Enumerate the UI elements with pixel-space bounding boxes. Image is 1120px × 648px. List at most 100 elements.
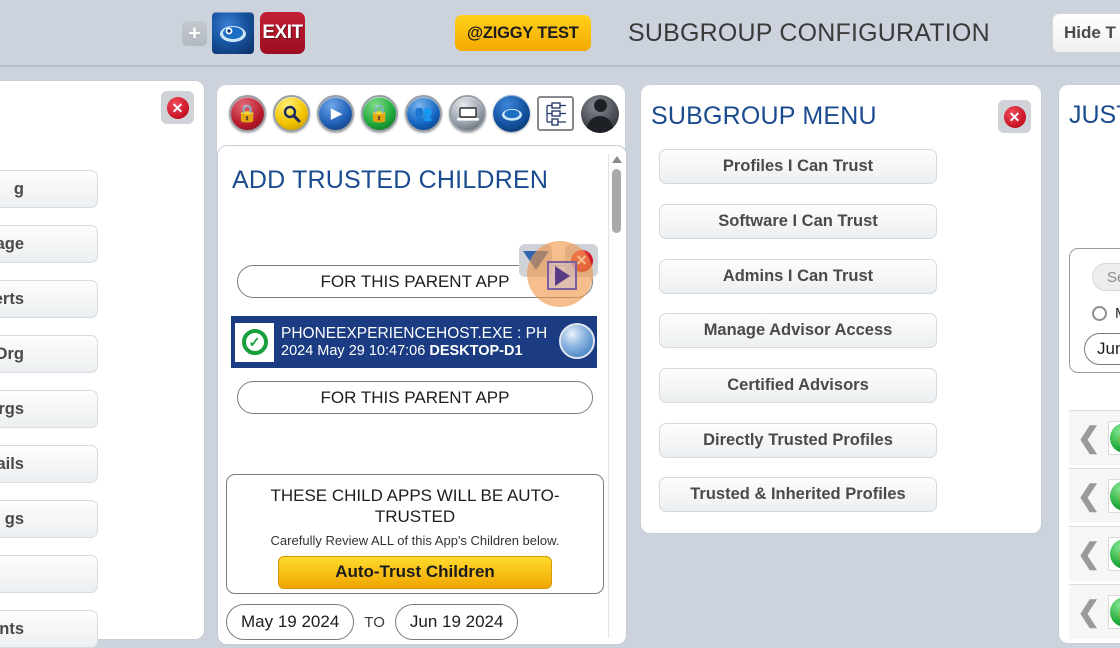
close-icon: ✕ [1004,106,1026,128]
selected-row-text: PHONEEXPERIENCEHOST.EXE : PH 2024 May 29… [281,325,547,359]
my-radio-label: My [1115,305,1120,322]
add-left-button[interactable]: + [182,21,207,46]
sidebar-item-1[interactable]: g [0,170,98,208]
lock-ball: 🔒 [1110,597,1120,627]
auto-trust-title: THESE CHILD APPS WILL BE AUTO-TRUSTED [265,485,565,528]
close-icon: ✕ [167,97,189,119]
sidebar-item-8[interactable] [0,555,98,593]
cloud-eye-glyph [218,21,248,45]
selected-row-line1: PHONEEXPERIENCEHOST.EXE : PH [281,325,547,342]
sidebar-item-4[interactable]: My Org [0,335,98,373]
my-radio-option[interactable]: My [1092,305,1120,322]
lock-glyph: 🔒 [1116,488,1120,504]
date-to-label: TO [364,614,385,631]
green-lock-icon: 🔒 [1108,421,1120,455]
play-glyph: ▶ [331,106,343,121]
auto-trust-children-button[interactable]: Auto-Trust Children [278,556,552,589]
list-item[interactable]: ❮ 🔒 [1069,410,1120,465]
chevron-left-icon[interactable]: ❮ [1077,424,1100,452]
selected-app-row[interactable]: ✓ PHONEEXPERIENCEHOST.EXE : PH 2024 May … [231,316,597,368]
sidebar-item-profiles-i-can-trust[interactable]: Profiles I Can Trust [659,149,937,184]
header-segment-middle: EXIT @ZIGGY TEST [209,1,628,67]
sidebar-item-2[interactable]: age [0,225,98,263]
center-panel-scrollbar[interactable] [608,154,623,638]
users-glyph: 👥 [414,106,433,121]
right-panel: JUST Sear My Jun 1 ❮ 🔒 ❮ 🔒 ❮ 🔒 ❮ 🔒 [1058,84,1120,644]
sidebar-item-admins-i-can-trust[interactable]: Admins I Can Trust [659,259,937,294]
lock-ball: 🔒 [1110,481,1120,511]
right-panel-filter-card: Sear My Jun 1 [1069,248,1120,373]
lock-glyph: 🔒 [1116,546,1120,562]
chevron-left-icon[interactable]: ❮ [1077,482,1100,510]
search-input[interactable]: Sear [1092,263,1120,291]
magnifier-icon[interactable] [273,95,310,132]
red-lock-icon[interactable]: 🔒 [229,95,266,132]
sidebar-item-directly-trusted-profiles[interactable]: Directly Trusted Profiles [659,423,937,458]
sidebar-item-manage-advisor-access[interactable]: Manage Advisor Access [659,313,937,348]
add-trusted-children-card: ADD TRUSTED CHILDREN FOR THIS PARENT APP… [217,145,627,645]
cloud-icon[interactable] [493,95,530,132]
lock-glyph: 🔒 [369,105,390,122]
green-certificate-icon: ✓ [235,323,274,362]
ziggy-cloud-icon[interactable] [212,12,254,54]
icon-toolbar: 🔒 ▶ 🔒 👥 [217,85,627,142]
sidebar-item-certified-advisors[interactable]: Certified Advisors [659,368,937,403]
subgroup-menu-title: SUBGROUP MENU [651,102,877,131]
scroll-up-arrow-icon[interactable] [612,156,622,163]
green-lock-icon[interactable]: 🔒 [361,95,398,132]
green-lock-icon: 🔒 [1108,595,1120,629]
center-panel: 🔒 ▶ 🔒 👥 [216,84,626,644]
lock-glyph: 🔒 [1116,604,1120,620]
add-trusted-children-title: ADD TRUSTED CHILDREN [232,166,548,195]
users-icon[interactable]: 👥 [405,95,442,132]
sidebar-item-trusted-inherited-profiles[interactable]: Trusted & Inherited Profiles [659,477,937,512]
date-range-row: May 19 2024 TO Jun 19 2024 [226,602,604,642]
chevron-left-icon[interactable]: ❮ [1077,540,1100,568]
globe-icon [559,323,595,359]
selected-row-host: DESKTOP-D1 [429,343,522,359]
exit-button[interactable]: EXIT [260,12,305,54]
list-item[interactable]: ❮ 🔒 [1069,584,1120,639]
auto-trust-subtitle: Carefully Review ALL of this App's Child… [271,533,560,548]
header-segment-far-right: Hide T [1046,1,1120,67]
laptop-glyph [457,106,479,122]
laptop-icon[interactable] [449,95,486,132]
sidebar-item-7[interactable]: gs [0,500,98,538]
flowchart-glyph [543,102,569,126]
cloud-glyph [499,104,525,124]
hide-button[interactable]: Hide T [1052,13,1120,53]
left-sidebar-panel: ✕ g age lerts My Org lient Orgs r Emails… [0,80,205,640]
date-until-input[interactable]: Jun 19 2024 [395,604,519,640]
sidebar-item-9[interactable]: counts [0,610,98,648]
flowchart-icon[interactable] [537,96,574,131]
right-panel-title: JUST [1069,101,1120,130]
lock-glyph: 🔒 [1116,430,1120,446]
parent-app-field-bottom[interactable]: FOR THIS PARENT APP [237,381,593,414]
magnifier-glyph [282,104,302,124]
green-lock-icon: 🔒 [1108,479,1120,513]
right-panel-date-input[interactable]: Jun 1 [1084,333,1120,365]
header-segment-right: SUBGROUP CONFIGURATION + [628,1,1046,67]
date-from-input[interactable]: May 19 2024 [226,604,354,640]
play-icon[interactable]: ▶ [317,95,354,132]
lock-ball: 🔒 [1110,539,1120,569]
list-item[interactable]: ❮ 🔒 [1069,526,1120,581]
top-header-bar: + EXIT @ZIGGY TEST SUBGROUP CONFIGURATIO… [0,0,1120,68]
auto-trust-notice-box: THESE CHILD APPS WILL BE AUTO-TRUSTED Ca… [226,474,604,594]
sidebar-item-5[interactable]: lient Orgs [0,390,98,428]
ziggy-test-badge[interactable]: @ZIGGY TEST [455,15,591,51]
header-segment-left: + [0,1,209,67]
chevron-left-icon[interactable]: ❮ [1077,598,1100,626]
avatar-icon[interactable] [581,95,619,133]
sidebar-item-6[interactable]: r Emails [0,445,98,483]
left-panel-close-button[interactable]: ✕ [161,91,194,124]
page-title: SUBGROUP CONFIGURATION [628,19,990,48]
funnel-filter-icon [523,251,549,270]
subgroup-menu-close-button[interactable]: ✕ [998,100,1031,133]
scrollbar-thumb[interactable] [612,169,621,233]
selected-row-date: 2024 May 29 10:47:06 [281,343,429,359]
radio-icon[interactable] [1092,306,1107,321]
sidebar-item-3[interactable]: lerts [0,280,98,318]
sidebar-item-software-i-can-trust[interactable]: Software I Can Trust [659,204,937,239]
list-item[interactable]: ❮ 🔒 [1069,468,1120,523]
